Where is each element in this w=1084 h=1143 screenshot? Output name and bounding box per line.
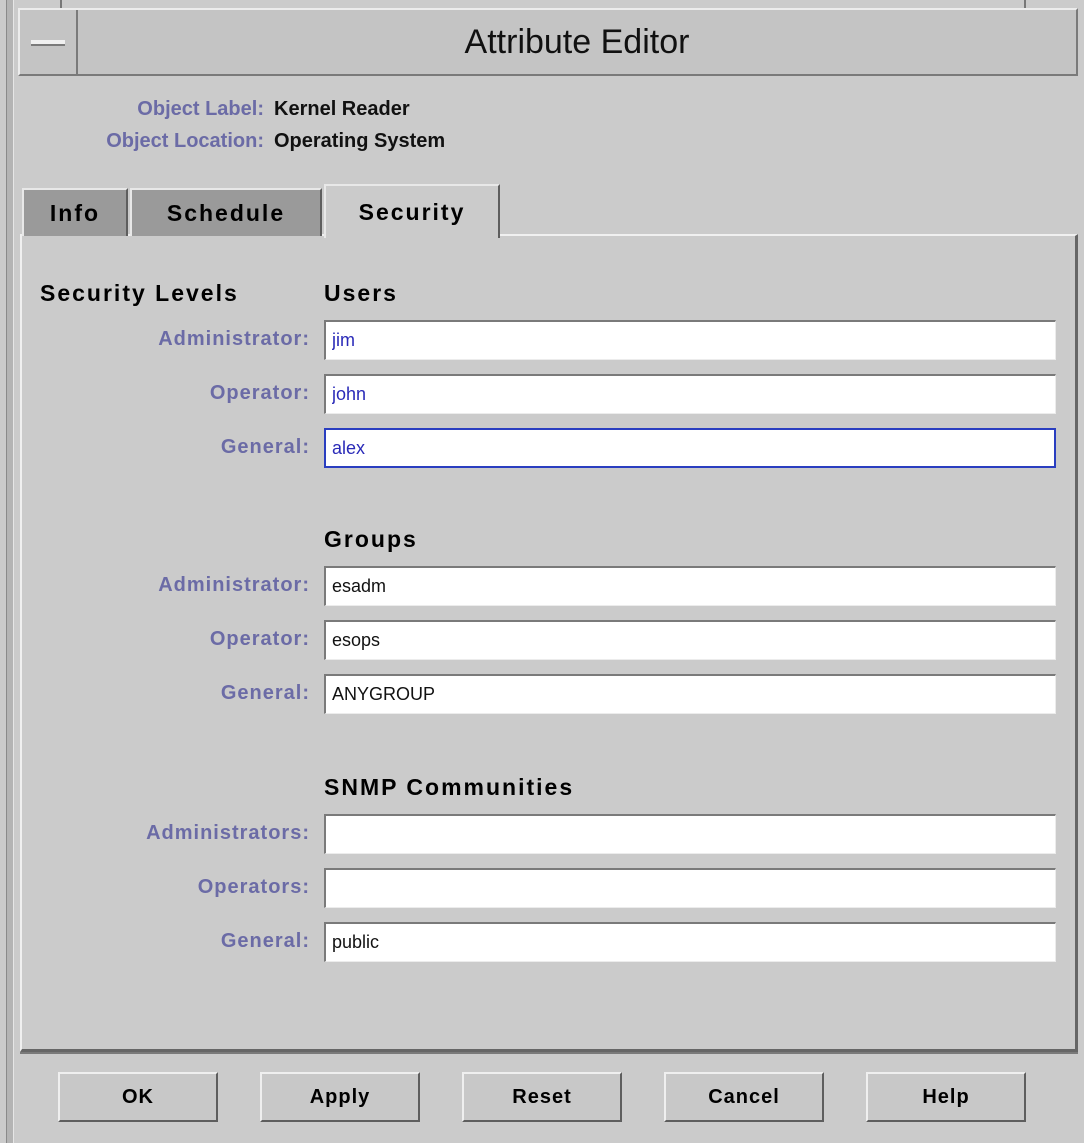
- groups-general-input[interactable]: [324, 674, 1056, 714]
- window-frame-left[interactable]: [6, 0, 14, 1143]
- groups-operator-label: Operator:: [209, 628, 310, 650]
- users-operator-input[interactable]: [324, 374, 1056, 414]
- users-heading: Users: [324, 280, 398, 306]
- snmp-operators-label: Operators:: [197, 876, 310, 898]
- snmp-general-input[interactable]: [324, 922, 1056, 962]
- users-general-label: General:: [220, 436, 310, 458]
- object-info: Object Label: Kernel Reader Object Locati…: [40, 93, 445, 157]
- apply-button[interactable]: Apply: [260, 1072, 420, 1122]
- reset-button[interactable]: Reset: [462, 1072, 622, 1122]
- object-location-key: Object Location:: [106, 130, 264, 152]
- attribute-editor-window: Attribute Editor Object Label: Kernel Rea…: [0, 0, 1084, 1143]
- title-bar[interactable]: Attribute Editor: [18, 8, 1078, 76]
- groups-administrator-input[interactable]: [324, 566, 1056, 606]
- groups-heading: Groups: [324, 526, 418, 552]
- snmp-operators-input[interactable]: [324, 868, 1056, 908]
- users-administrator-input[interactable]: [324, 320, 1056, 360]
- groups-administrator-label: Administrator:: [158, 574, 310, 596]
- snmp-administrators-label: Administrators:: [146, 822, 310, 844]
- object-label-row: Object Label: Kernel Reader: [40, 93, 445, 125]
- object-location-value: Operating System: [274, 130, 446, 152]
- snmp-administrators-input[interactable]: [324, 814, 1056, 854]
- security-tab-panel: Security Levels Users Administrator: Ope…: [20, 234, 1078, 1052]
- snmp-general-label: General:: [220, 930, 310, 952]
- groups-operator-input[interactable]: [324, 620, 1056, 660]
- security-levels-heading: Security Levels: [40, 280, 239, 306]
- button-bar-separator: [20, 1052, 1078, 1054]
- groups-general-label: General:: [220, 682, 310, 704]
- frame-notch: [60, 0, 62, 8]
- object-location-row: Object Location: Operating System: [40, 125, 445, 157]
- object-label-value: Kernel Reader: [274, 98, 410, 120]
- window-title: Attribute Editor: [464, 23, 690, 61]
- frame-notch: [1024, 0, 1026, 8]
- tab-security[interactable]: Security: [324, 184, 500, 238]
- tab-info[interactable]: Info: [22, 188, 128, 236]
- window-menu-button[interactable]: [20, 10, 78, 74]
- users-general-input[interactable]: [324, 428, 1056, 468]
- tab-schedule[interactable]: Schedule: [130, 188, 322, 236]
- help-button[interactable]: Help: [866, 1072, 1026, 1122]
- users-operator-label: Operator:: [209, 382, 310, 404]
- users-administrator-label: Administrator:: [158, 328, 310, 350]
- window-menu-icon: [31, 40, 65, 46]
- ok-button[interactable]: OK: [58, 1072, 218, 1122]
- object-label-key: Object Label:: [137, 98, 264, 120]
- cancel-button[interactable]: Cancel: [664, 1072, 824, 1122]
- snmp-communities-heading: SNMP Communities: [324, 774, 575, 800]
